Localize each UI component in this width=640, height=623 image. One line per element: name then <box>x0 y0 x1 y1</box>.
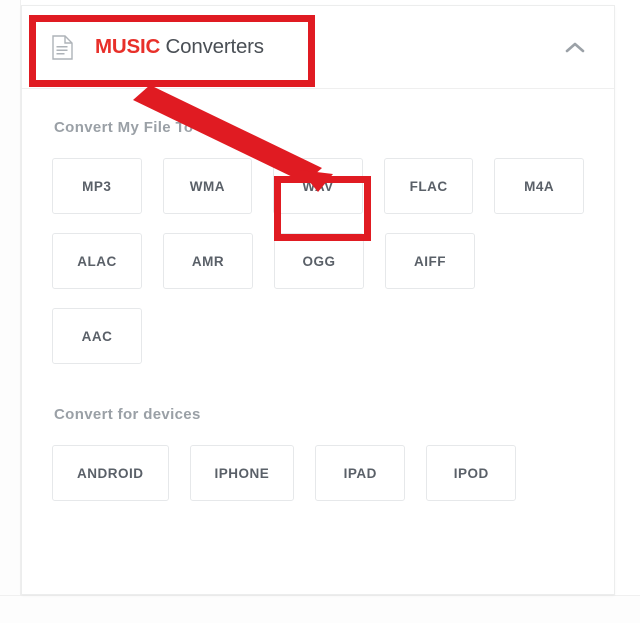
format-button-aiff[interactable]: AIFF <box>385 233 475 289</box>
format-row-3: AAC <box>52 308 584 364</box>
page-bottom-margin <box>0 595 640 623</box>
music-converters-card: MUSIC Converters Convert My File To MP3 … <box>21 5 615 595</box>
format-row-2: ALAC AMR OGG AIFF <box>52 233 584 289</box>
section-label-convert-file: Convert My File To <box>54 119 194 136</box>
format-button-amr[interactable]: AMR <box>163 233 253 289</box>
device-button-iphone[interactable]: IPHONE <box>189 445 295 501</box>
format-button-alac[interactable]: ALAC <box>52 233 142 289</box>
page-left-margin <box>0 0 21 623</box>
device-button-ipad[interactable]: IPAD <box>315 445 406 501</box>
device-row-1: ANDROID IPHONE IPAD IPOD <box>52 445 584 501</box>
format-button-aac[interactable]: AAC <box>52 308 142 364</box>
format-button-m4a[interactable]: M4A <box>494 158 584 214</box>
format-button-mp3[interactable]: MP3 <box>52 158 142 214</box>
device-button-android[interactable]: ANDROID <box>52 445 169 501</box>
format-button-flac[interactable]: FLAC <box>383 158 474 214</box>
device-button-ipod[interactable]: IPOD <box>426 445 517 501</box>
chevron-up-icon[interactable] <box>562 34 588 60</box>
format-button-ogg[interactable]: OGG <box>274 233 364 289</box>
card-body: Convert My File To MP3 WMA WAV FLAC M4A … <box>22 89 614 501</box>
annotation-box-header <box>29 15 315 87</box>
format-button-wma[interactable]: WMA <box>162 158 253 214</box>
annotation-box-wav <box>274 176 371 241</box>
section-label-convert-devices: Convert for devices <box>54 406 201 423</box>
